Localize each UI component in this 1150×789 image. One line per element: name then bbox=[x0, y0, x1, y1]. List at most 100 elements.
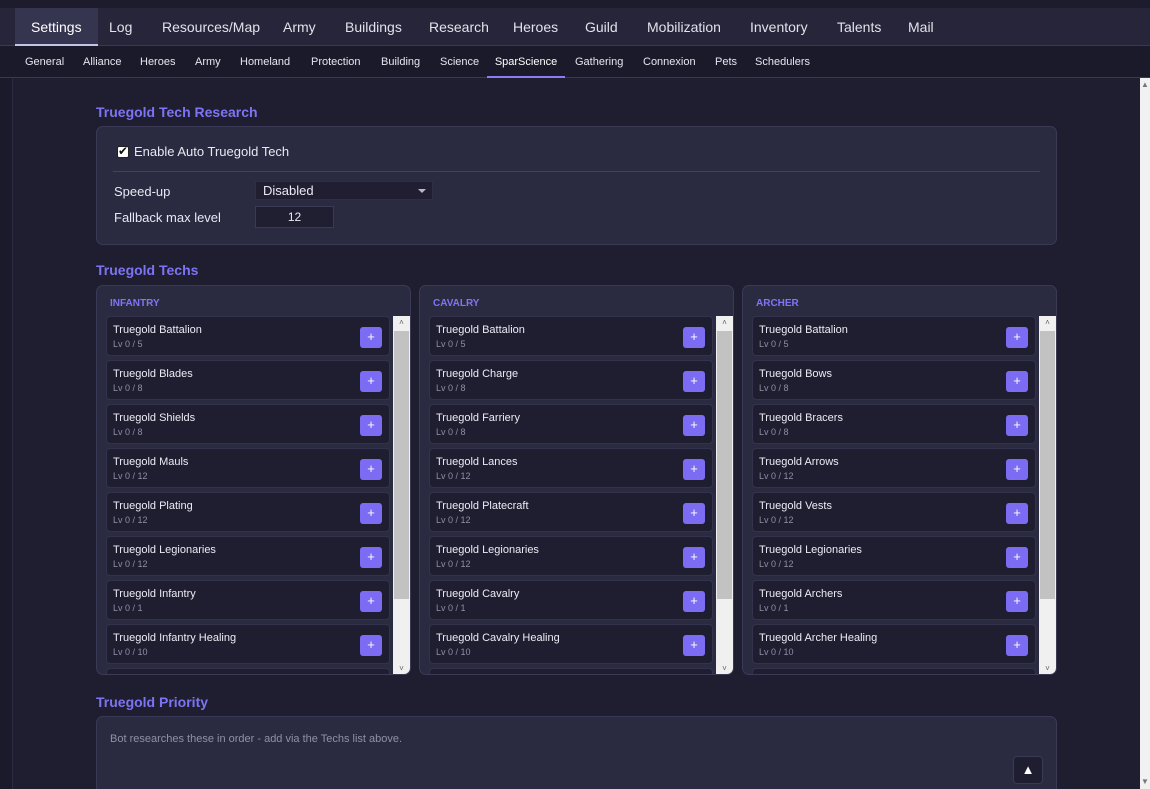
tech-level: Lv 0 / 12 bbox=[113, 471, 148, 481]
tab-resources-map[interactable]: Resources/Map bbox=[146, 8, 276, 46]
add-tech-button[interactable]: + bbox=[1006, 635, 1028, 656]
subtab-science[interactable]: Science bbox=[440, 46, 479, 78]
add-tech-button[interactable]: + bbox=[683, 415, 705, 436]
tab-talents[interactable]: Talents bbox=[821, 8, 897, 46]
tech-item: Truegold Bows Lv 0 / 8 + bbox=[752, 360, 1036, 400]
enable-auto-truegold-checkbox[interactable] bbox=[117, 144, 129, 158]
tech-name: Truegold Lances bbox=[436, 456, 518, 468]
subtab-sparscience[interactable]: SparScience bbox=[487, 46, 565, 78]
tab-log[interactable]: Log bbox=[93, 8, 148, 46]
top-nav-bar: Settings Log Resources/Map Army Building… bbox=[0, 0, 1150, 46]
subtab-schedulers[interactable]: Schedulers bbox=[755, 46, 810, 78]
scrollbar-thumb[interactable] bbox=[394, 331, 409, 599]
add-tech-button[interactable]: + bbox=[683, 635, 705, 656]
tech-list: Truegold Battalion Lv 0 / 5 + Truegold Bows… bbox=[743, 316, 1041, 674]
tech-name: Truegold Mauls bbox=[113, 456, 189, 468]
add-tech-button[interactable]: + bbox=[1006, 327, 1028, 348]
tech-level: Lv 0 / 12 bbox=[436, 559, 471, 569]
subtab-protection[interactable]: Protection bbox=[311, 46, 361, 78]
tab-settings[interactable]: Settings bbox=[15, 8, 98, 46]
chevron-up-icon[interactable]: ˄ bbox=[393, 316, 410, 330]
chevron-down-icon[interactable]: ˅ bbox=[716, 662, 733, 674]
tab-heroes[interactable]: Heroes bbox=[497, 8, 574, 46]
tech-column-title: CAVALRY bbox=[433, 298, 480, 309]
tech-name: Truegold Bows bbox=[759, 368, 832, 380]
tech-item bbox=[106, 668, 390, 674]
tech-column-title: ARCHER bbox=[756, 298, 799, 309]
add-tech-button[interactable]: + bbox=[360, 635, 382, 656]
add-tech-button[interactable]: + bbox=[360, 415, 382, 436]
add-tech-button[interactable]: + bbox=[1006, 591, 1028, 612]
tech-level: Lv 0 / 5 bbox=[759, 339, 789, 349]
subtab-gathering[interactable]: Gathering bbox=[575, 46, 623, 78]
add-tech-button[interactable]: + bbox=[1006, 547, 1028, 568]
subtab-building[interactable]: Building bbox=[381, 46, 420, 78]
tech-level: Lv 0 / 8 bbox=[436, 427, 466, 437]
tech-column-cavalry: CAVALRY Truegold Battalion Lv 0 / 5 + Truego… bbox=[419, 285, 734, 675]
add-tech-button[interactable]: + bbox=[360, 503, 382, 524]
tab-buildings[interactable]: Buildings bbox=[329, 8, 418, 46]
subtab-army[interactable]: Army bbox=[195, 46, 221, 78]
subtab-pets[interactable]: Pets bbox=[715, 46, 737, 78]
add-tech-button[interactable]: + bbox=[1006, 503, 1028, 524]
chevron-down-icon[interactable]: ˅ bbox=[393, 662, 410, 674]
tech-list-scrollbar[interactable]: ˄ ˅ bbox=[716, 316, 733, 674]
subtab-connexion[interactable]: Connexion bbox=[643, 46, 696, 78]
add-tech-button[interactable]: + bbox=[1006, 459, 1028, 480]
tech-list-scrollbar[interactable]: ˄ ˅ bbox=[1039, 316, 1056, 674]
speedup-select[interactable]: Disabled bbox=[255, 181, 433, 200]
tech-item: Truegold Farriery Lv 0 / 8 + bbox=[429, 404, 713, 444]
tab-inventory[interactable]: Inventory bbox=[734, 8, 824, 46]
tab-guild[interactable]: Guild bbox=[569, 8, 634, 46]
add-tech-button[interactable]: + bbox=[683, 459, 705, 480]
scroll-top-button[interactable]: ▲ bbox=[1013, 756, 1043, 784]
tech-level: Lv 0 / 12 bbox=[113, 515, 148, 525]
research-settings-card: Enable Auto Truegold Tech Speed-up Disab… bbox=[96, 126, 1057, 245]
tech-name: Truegold Cavalry Healing bbox=[436, 632, 560, 644]
tab-army[interactable]: Army bbox=[267, 8, 332, 46]
tech-name: Truegold Platecraft bbox=[436, 500, 529, 512]
add-tech-button[interactable]: + bbox=[683, 503, 705, 524]
scroll-down-icon[interactable]: ▼ bbox=[1140, 775, 1150, 789]
add-tech-button[interactable]: + bbox=[360, 591, 382, 612]
add-tech-button[interactable]: + bbox=[683, 547, 705, 568]
add-tech-button[interactable]: + bbox=[683, 591, 705, 612]
chevron-up-icon[interactable]: ˄ bbox=[716, 316, 733, 330]
add-tech-button[interactable]: + bbox=[1006, 415, 1028, 436]
tech-column-archer: ARCHER Truegold Battalion Lv 0 / 5 + Truegol… bbox=[742, 285, 1057, 675]
tab-mail[interactable]: Mail bbox=[892, 8, 950, 46]
add-tech-button[interactable]: + bbox=[1006, 371, 1028, 392]
add-tech-button[interactable]: + bbox=[683, 327, 705, 348]
chevron-up-icon[interactable]: ˄ bbox=[1039, 316, 1056, 330]
scroll-up-icon[interactable]: ▲ bbox=[1140, 78, 1150, 92]
subtab-general[interactable]: General bbox=[25, 46, 64, 78]
add-tech-button[interactable]: + bbox=[683, 371, 705, 392]
add-tech-button[interactable]: + bbox=[360, 547, 382, 568]
subtab-alliance[interactable]: Alliance bbox=[83, 46, 122, 78]
chevron-down-icon[interactable]: ˅ bbox=[1039, 662, 1056, 674]
scrollbar-thumb[interactable] bbox=[1040, 331, 1055, 599]
tech-list-scrollbar[interactable]: ˄ ˅ bbox=[393, 316, 410, 674]
subtab-heroes[interactable]: Heroes bbox=[140, 46, 175, 78]
add-tech-button[interactable]: + bbox=[360, 371, 382, 392]
speedup-selected-value: Disabled bbox=[263, 183, 314, 198]
sub-nav-bar: General Alliance Heroes Army Homeland Pr… bbox=[0, 46, 1150, 78]
add-tech-button[interactable]: + bbox=[360, 459, 382, 480]
tech-name: Truegold Plating bbox=[113, 500, 193, 512]
tech-item: Truegold Legionaries Lv 0 / 12 + bbox=[106, 536, 390, 576]
tech-item: Truegold Infantry Healing Lv 0 / 10 + bbox=[106, 624, 390, 664]
add-tech-button[interactable]: + bbox=[360, 327, 382, 348]
tech-item: Truegold Legionaries Lv 0 / 12 + bbox=[752, 536, 1036, 576]
tech-level: Lv 0 / 1 bbox=[436, 603, 466, 613]
tab-mobilization[interactable]: Mobilization bbox=[631, 8, 737, 46]
tech-item: Truegold Mauls Lv 0 / 12 + bbox=[106, 448, 390, 488]
tech-name: Truegold Vests bbox=[759, 500, 832, 512]
tech-column-infantry: INFANTRY Truegold Battalion Lv 0 / 5 + Trueg… bbox=[96, 285, 411, 675]
tab-research[interactable]: Research bbox=[413, 8, 505, 46]
page-scrollbar[interactable]: ▲ ▼ bbox=[1140, 78, 1150, 789]
scrollbar-thumb[interactable] bbox=[717, 331, 732, 599]
enable-auto-truegold-label: Enable Auto Truegold Tech bbox=[134, 144, 290, 159]
tech-name: Truegold Legionaries bbox=[113, 544, 216, 556]
subtab-homeland[interactable]: Homeland bbox=[240, 46, 290, 78]
fallback-max-level-input[interactable]: 12 bbox=[255, 206, 334, 228]
